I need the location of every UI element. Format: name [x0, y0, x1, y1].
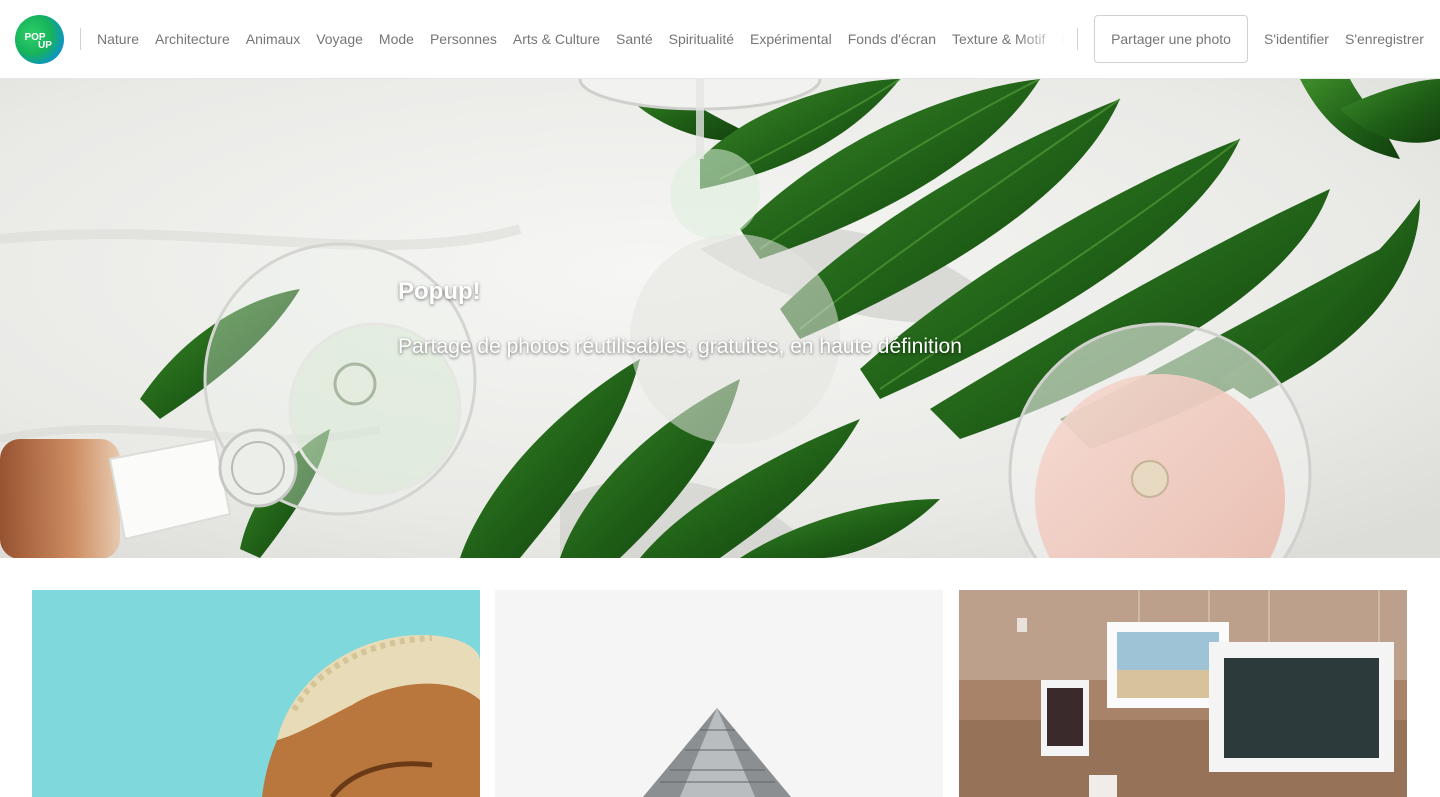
photo-card-portrait[interactable] — [32, 590, 480, 797]
login-link[interactable]: S'identifier — [1264, 0, 1329, 79]
nav-item-voyage[interactable]: Voyage — [316, 0, 363, 79]
logo-text-bottom: UP — [38, 40, 52, 51]
hero-title: Popup! — [398, 278, 481, 305]
category-nav: Nature Architecture Animaux Voyage Mode … — [97, 0, 1065, 79]
logo-divider — [80, 28, 81, 50]
top-navbar: POP UP Nature Architecture Animaux Voyag… — [0, 0, 1440, 79]
photo-card-architecture[interactable] — [495, 590, 943, 797]
nav-item-arts-culture[interactable]: Arts & Culture — [513, 0, 600, 79]
nav-item-texture-motif[interactable]: Texture & Motif — [952, 0, 1045, 79]
photo-gallery-image — [959, 590, 1407, 797]
nav-item-overflow[interactable]: F — [1061, 0, 1065, 79]
share-photo-button[interactable]: Partager une photo — [1094, 15, 1248, 63]
photo-card-gallery[interactable] — [959, 590, 1407, 797]
nav-item-fonds-ecran[interactable]: Fonds d'écran — [848, 0, 936, 79]
nav-item-experimental[interactable]: Expérimental — [750, 0, 832, 79]
photo-architecture-image — [495, 590, 943, 797]
nav-item-mode[interactable]: Mode — [379, 0, 414, 79]
hero-subtitle: Partage de photos réutilisables, gratuit… — [398, 335, 962, 358]
hero-banner: Popup! Partage de photos réutilisables, … — [0, 79, 1440, 558]
nav-item-architecture[interactable]: Architecture — [155, 0, 230, 79]
nav-item-personnes[interactable]: Personnes — [430, 0, 497, 79]
nav-divider — [1077, 28, 1078, 50]
nav-item-spiritualite[interactable]: Spiritualité — [669, 0, 734, 79]
register-link[interactable]: S'enregistrer — [1345, 0, 1424, 79]
nav-item-animaux[interactable]: Animaux — [246, 0, 300, 79]
nav-item-nature[interactable]: Nature — [97, 0, 139, 79]
hero-background-image — [0, 79, 1440, 558]
photo-portrait-image — [32, 590, 480, 797]
popup-logo-icon[interactable]: POP UP — [15, 15, 64, 64]
popup-logo-glyph: POP UP — [24, 32, 52, 51]
nav-item-sante[interactable]: Santé — [616, 0, 653, 79]
